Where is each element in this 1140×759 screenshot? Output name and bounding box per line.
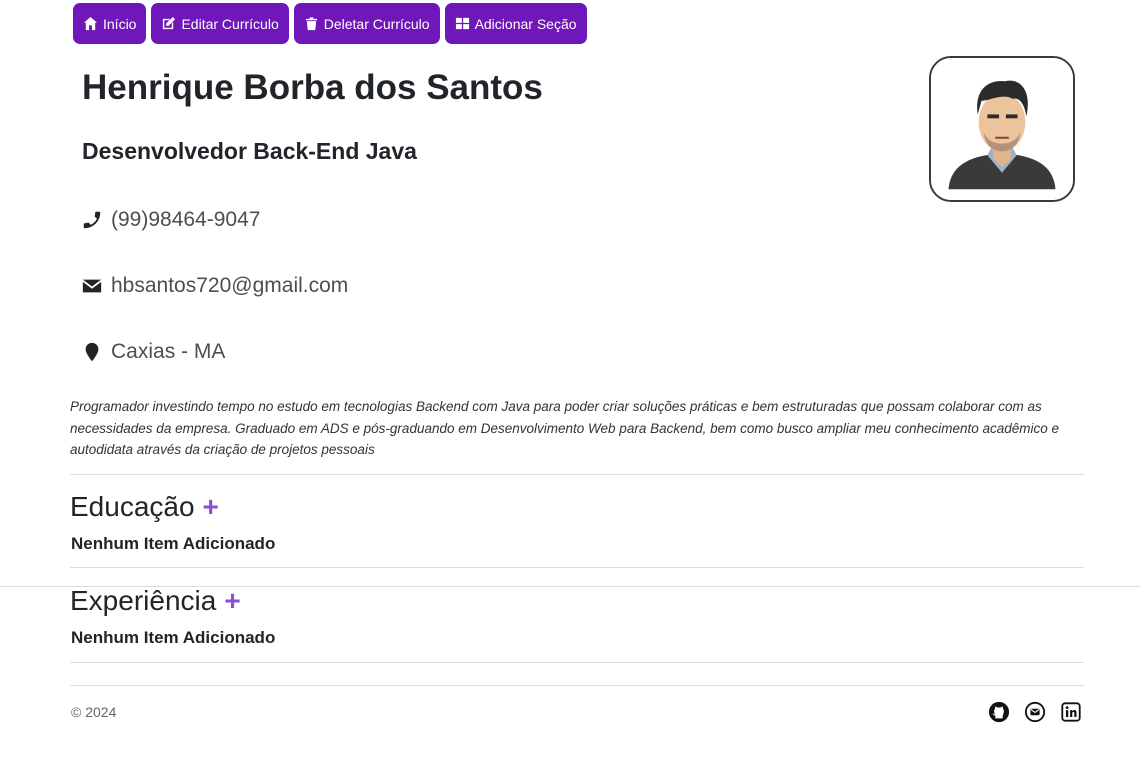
contact-email: hbsantos720@gmail.com [81,274,348,298]
profile-name: Henrique Borba dos Santos [82,68,543,107]
github-icon[interactable] [988,701,1010,723]
education-heading: Educação + [70,491,219,523]
experience-empty-text: Nenhum Item Adicionado [71,628,276,647]
email-icon[interactable] [1024,701,1046,723]
footer-social-links [988,701,1082,723]
delete-resume-button[interactable]: Deletar Currículo [293,3,440,44]
home-icon [83,16,98,31]
add-section-button[interactable]: Adicionar Seção [444,3,587,44]
education-empty-text: Nenhum Item Adicionado [71,534,276,553]
trash-icon [305,17,317,31]
contact-location: Caxias - MA [81,340,225,364]
location-text: Caxias - MA [111,340,226,363]
divider [70,474,1084,475]
education-title: Educação [70,491,195,522]
add-education-button[interactable]: + [203,491,219,523]
top-nav: Início Editar Currículo Deletar Currícul… [73,3,587,44]
phone-text: (99)98464-9047 [111,208,261,231]
edit-resume-button[interactable]: Editar Currículo [151,3,289,44]
grid-icon [455,17,469,30]
map-marker-icon [85,342,99,362]
email-text: hbsantos720@gmail.com [111,274,349,297]
profile-summary: Programador investindo tempo no estudo e… [70,399,1060,457]
footer-divider [70,685,1084,686]
footer-copyright: © 2024 [71,704,117,720]
envelope-icon [82,279,102,293]
divider [70,662,1084,663]
edit-resume-label: Editar Currículo [181,15,279,32]
profile-avatar [929,56,1075,202]
delete-resume-label: Deletar Currículo [323,15,430,32]
add-section-label: Adicionar Seção [474,15,577,32]
linkedin-icon[interactable] [1060,701,1082,723]
contact-phone: (99)98464-9047 [81,208,260,232]
edit-icon [163,16,176,30]
user-avatar-illustration [931,58,1073,200]
home-button[interactable]: Início [73,3,147,44]
experience-title: Experiência [70,585,217,616]
home-button-label: Início [103,15,137,32]
experience-heading: Experiência + [70,585,241,617]
profile-role: Desenvolvedor Back-End Java [82,138,417,164]
add-experience-button[interactable]: + [224,585,240,617]
phone-icon [83,211,101,229]
divider [70,567,1084,568]
